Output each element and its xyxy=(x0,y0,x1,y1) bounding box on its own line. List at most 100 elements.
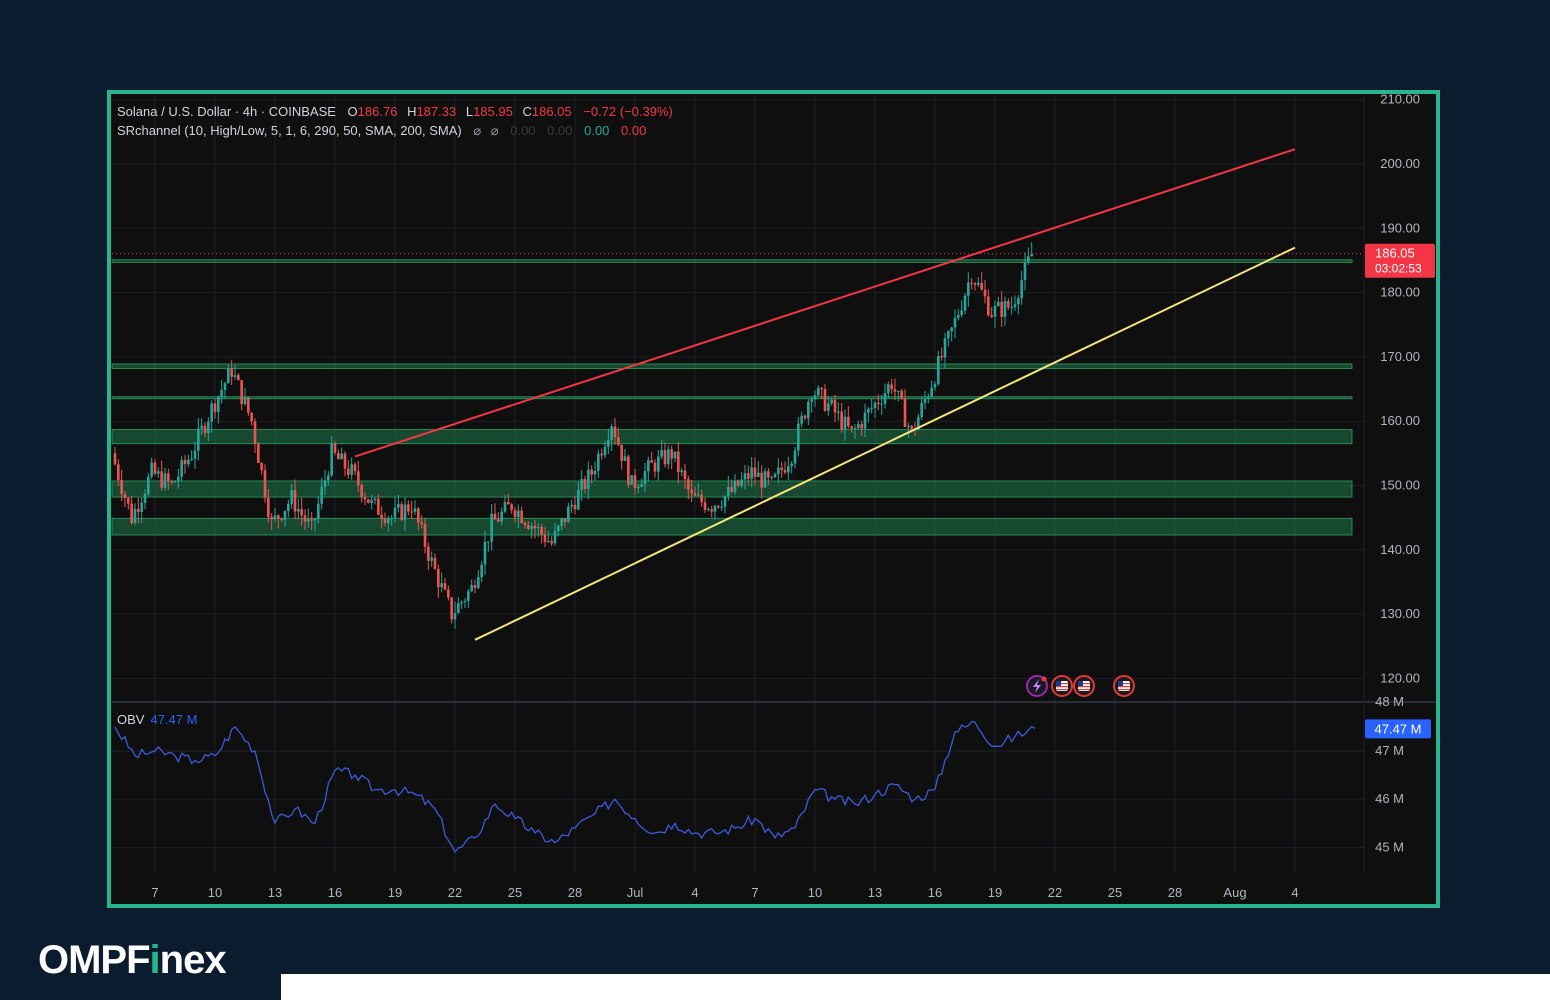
candle-body xyxy=(273,515,277,520)
candle-body xyxy=(970,282,973,284)
candle-body xyxy=(677,451,680,473)
candle-body xyxy=(433,557,437,569)
candle-body xyxy=(680,470,683,473)
candle-body xyxy=(890,384,893,390)
candle-body xyxy=(750,467,753,479)
candle-body xyxy=(577,489,580,510)
candle-body xyxy=(400,504,403,520)
candle-body xyxy=(257,443,260,463)
candle-body xyxy=(640,484,643,487)
obv-badge-value: 47.47 M xyxy=(1375,721,1422,736)
candle-body xyxy=(780,467,783,471)
candle-body xyxy=(660,450,663,457)
time-tick-label: 19 xyxy=(388,885,402,900)
time-tick-label: 13 xyxy=(268,885,282,900)
candle-body xyxy=(170,481,173,483)
candle-body xyxy=(197,428,200,451)
price-tick-label: 150.00 xyxy=(1380,478,1420,493)
candle-body xyxy=(550,540,553,544)
candle-body xyxy=(757,472,760,477)
candle-body xyxy=(153,462,157,474)
obv-value: 47.47 M xyxy=(150,712,198,727)
obv-title[interactable]: OBV xyxy=(117,712,144,727)
candle-body xyxy=(977,282,980,285)
candle-body xyxy=(657,456,660,472)
candle-body xyxy=(610,426,613,440)
candle-body xyxy=(643,471,647,485)
candle-body xyxy=(587,469,590,489)
hidden-eye-icon-2[interactable]: ⌀ xyxy=(491,123,499,138)
candle-body xyxy=(280,518,283,520)
obv-header: OBV 47.47 M xyxy=(117,712,197,727)
symbol-title[interactable]: Solana / U.S. Dollar · 4h · COINBASE xyxy=(117,104,336,119)
candle-body xyxy=(823,388,827,411)
open-label: O xyxy=(347,104,358,119)
time-tick-label: 16 xyxy=(928,885,942,900)
candle-body xyxy=(243,397,247,405)
time-tick-label: 10 xyxy=(808,885,822,900)
candle-body xyxy=(1010,306,1013,308)
candle-body xyxy=(283,510,287,520)
candle-body xyxy=(183,460,187,465)
candle-body xyxy=(420,522,423,525)
candle-body xyxy=(493,513,497,520)
candle-body xyxy=(687,479,690,490)
obv-tick-label: 48 M xyxy=(1375,694,1404,709)
candle-body xyxy=(723,496,727,507)
time-tick-label: 7 xyxy=(751,885,758,900)
candle-body xyxy=(997,301,1000,306)
candle-body xyxy=(950,327,953,332)
lightning-event-icon[interactable] xyxy=(1026,675,1048,697)
candle-body xyxy=(210,403,213,422)
candle-body xyxy=(887,384,890,394)
candle-body xyxy=(820,387,823,389)
candle-body xyxy=(980,282,983,290)
price-tick-label: 180.00 xyxy=(1380,285,1420,300)
candle-body xyxy=(290,490,293,504)
candle-body xyxy=(513,510,517,518)
candle-body xyxy=(627,456,630,485)
candle-body xyxy=(593,470,597,475)
footer-bar xyxy=(281,974,1550,1000)
candle-body xyxy=(737,480,740,486)
candle-body xyxy=(987,296,990,316)
candle-body xyxy=(563,518,567,523)
candle-body xyxy=(807,401,810,419)
candle-body xyxy=(600,453,603,456)
indicator-value-1: 0.00 xyxy=(510,123,536,138)
candle-body xyxy=(637,486,640,488)
candle-body xyxy=(363,497,367,500)
candle-body xyxy=(207,421,210,434)
candle-body xyxy=(287,503,290,511)
hidden-eye-icon[interactable]: ⌀ xyxy=(473,123,481,138)
candle-body xyxy=(623,456,627,461)
high-value: 187.33 xyxy=(416,104,457,119)
us-flag-event-icon[interactable] xyxy=(1113,675,1135,697)
candle-body xyxy=(713,505,717,512)
candle-body xyxy=(620,444,623,461)
candle-body xyxy=(903,398,907,427)
candle-body xyxy=(590,469,593,475)
indicator-title[interactable]: SRchannel (10, High/Low, 5, 1, 6, 290, 5… xyxy=(117,123,462,138)
candle-body xyxy=(120,480,123,495)
candle-body xyxy=(793,450,797,464)
candle-body xyxy=(860,424,863,429)
candle-body xyxy=(667,449,670,465)
us-flag-event-icon[interactable] xyxy=(1051,675,1073,697)
candle-body xyxy=(450,597,453,620)
last-price-badge-price: 186.05 xyxy=(1375,246,1415,261)
candle-body xyxy=(317,503,320,519)
time-tick-label: 28 xyxy=(1168,885,1182,900)
time-tick-label: Aug xyxy=(1223,885,1246,900)
candle-body xyxy=(410,511,413,513)
candle-body xyxy=(777,467,780,474)
candle-body xyxy=(453,612,457,620)
us-flag-event-icon[interactable] xyxy=(1073,675,1095,697)
candle-body xyxy=(1003,300,1007,317)
candle-body xyxy=(267,497,270,518)
chart-canvas[interactable]: 210.00200.00190.00180.00170.00160.00150.… xyxy=(0,0,1550,1000)
indicator-value-2: 0.00 xyxy=(547,123,573,138)
candle-body xyxy=(203,425,207,434)
candle-body xyxy=(547,540,550,542)
candle-body xyxy=(353,464,357,472)
